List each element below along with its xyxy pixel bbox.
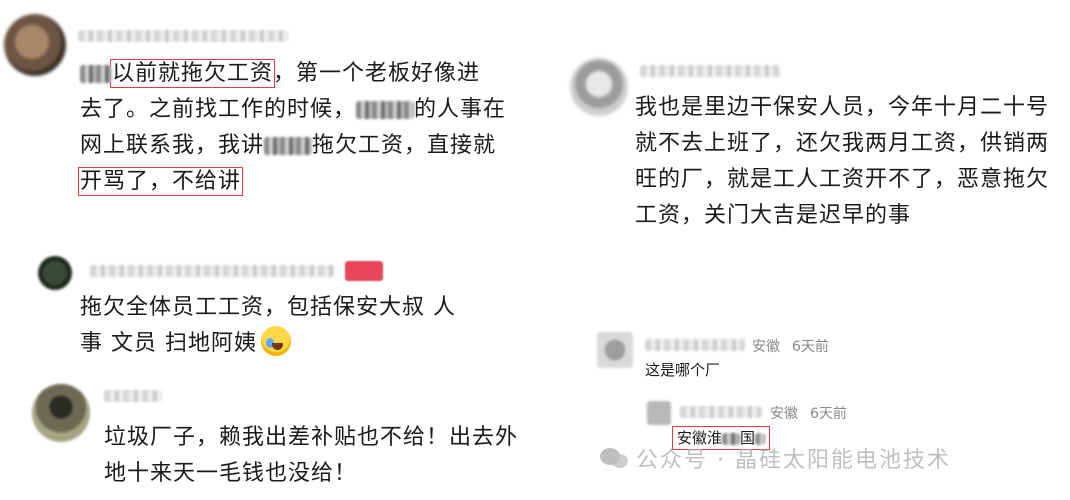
comment-body: 以前就拖欠工资，第一个老板好像进 去了。之前找工作的时候， 的人事在 网上联系我，…	[77, 56, 506, 200]
watermark: 公众号 · 晶硅太阳能电池技术	[600, 442, 951, 474]
comment-line: 就不去上班了，还欠我两月工资，供销两	[635, 131, 1050, 156]
comment-text: 的人事在	[414, 97, 507, 122]
redacted-text	[80, 65, 112, 83]
comment-text: ，第一个老板好像进	[273, 61, 481, 86]
comment-line: 拖欠全体员工工资，包括保安大叔 人	[80, 295, 456, 320]
comment-text: 事 文员 扫地阿姨	[80, 331, 257, 356]
avatar[interactable]	[38, 256, 72, 290]
author-badge	[345, 261, 383, 281]
comment-line: 事 文员 扫地阿姨	[80, 326, 456, 362]
highlighted-text: 以前就拖欠工资	[109, 59, 276, 88]
comment-line: 工资，关门大吉是迟早的事	[635, 203, 912, 228]
username-blurred[interactable]	[78, 30, 288, 42]
comment-time: 6天前	[810, 406, 847, 422]
comment-text: 拖欠工资，直接就	[312, 133, 497, 158]
redacted-text	[264, 137, 313, 155]
comment-body: 我也是里边干保安人员，今年十月二十号 就不去上班了，还欠我两月工资，供销两 旺的…	[635, 90, 1049, 234]
comment-line: 开骂了，不给讲	[77, 164, 506, 200]
comment-line: 地十来天一毛钱也没给！	[104, 461, 358, 486]
comment-body: 垃圾厂子，赖我出差补贴也不给！出去外 地十来天一毛钱也没给！	[104, 420, 518, 492]
comment-text: 网上联系我，我讲	[80, 133, 265, 158]
username-blurred[interactable]	[104, 390, 162, 402]
comment-line: 以前就拖欠工资，第一个老板好像进	[80, 56, 506, 92]
avatar[interactable]	[570, 58, 628, 116]
username-blurred[interactable]	[680, 406, 762, 418]
highlighted-text: 开骂了，不给讲	[77, 167, 244, 196]
redacted-text	[356, 101, 415, 119]
comment-line: 垃圾厂子，赖我出差补贴也不给！出去外	[104, 425, 519, 450]
comment-body: 拖欠全体员工工资，包括保安大叔 人 事 文员 扫地阿姨	[80, 290, 456, 362]
wechat-icon	[600, 448, 630, 470]
comment-body: 这是哪个厂	[645, 361, 721, 379]
avatar[interactable]	[32, 384, 90, 442]
crying-laughing-emoji-icon	[261, 326, 291, 356]
comment-text: 去了。之前找工作的时候，	[80, 97, 357, 122]
username-blurred[interactable]	[90, 265, 335, 277]
watermark-text: 公众号 · 晶硅太阳能电池技术	[636, 448, 951, 473]
comment-time: 6天前	[792, 339, 829, 355]
username-blurred[interactable]	[640, 65, 780, 77]
comment-line: 旺的厂，就是工人工资开不了，恶意拖欠	[635, 167, 1050, 192]
avatar[interactable]	[647, 401, 671, 425]
comment-line: 我也是里边干保安人员，今年十月二十号	[635, 95, 1050, 120]
avatar[interactable]	[4, 14, 66, 76]
comment-line: 网上联系我，我讲 拖欠工资，直接就	[80, 128, 506, 164]
comment-location: 安徽	[770, 406, 798, 422]
username-blurred[interactable]	[645, 339, 745, 351]
avatar[interactable]	[597, 332, 633, 368]
comment-location: 安徽	[752, 339, 780, 355]
comment-line: 去了。之前找工作的时候， 的人事在	[80, 92, 506, 128]
